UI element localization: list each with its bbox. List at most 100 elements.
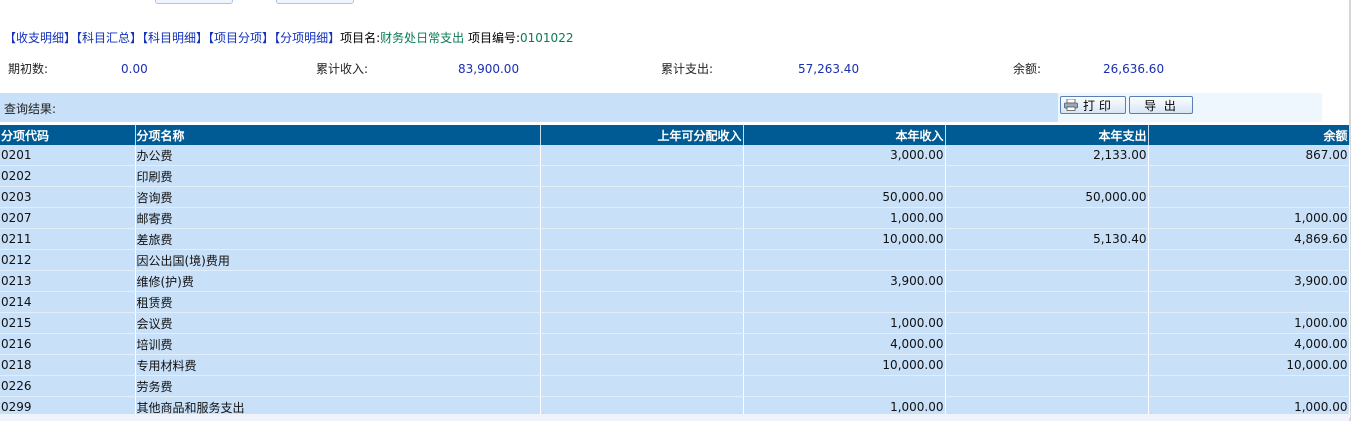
cell-name: 维修(护)费 xyxy=(135,270,541,292)
table-row[interactable]: 0213 维修(护)费 3,900.00 3,900.00 xyxy=(0,270,1350,292)
col-header-prev-income[interactable]: 上年可分配收入 xyxy=(540,125,744,145)
balance-label: 余额: xyxy=(1013,62,1042,76)
cell-income: 3,900.00 xyxy=(743,270,946,292)
cell-name: 租赁费 xyxy=(135,291,541,313)
cell-balance: 3,900.00 xyxy=(1148,270,1350,292)
cell-code: 0211 xyxy=(0,228,136,250)
link-income-expense-detail[interactable]: 【收支明细】 xyxy=(4,31,76,45)
table-footer-strip xyxy=(0,414,1349,421)
link-subject-detail[interactable]: 【科目明细】 xyxy=(142,31,208,45)
cell-name: 咨询费 xyxy=(135,186,541,208)
project-code-label: 项目编号: xyxy=(467,31,521,45)
print-button[interactable]: 打 印 xyxy=(1060,96,1126,114)
cell-code: 0212 xyxy=(0,249,136,271)
cell-prev-income xyxy=(540,228,744,250)
cell-income: 50,000.00 xyxy=(743,186,946,208)
balance-value: 26,636.60 xyxy=(1103,62,1165,76)
col-header-balance[interactable]: 余额 xyxy=(1148,125,1350,145)
cell-balance xyxy=(1148,165,1350,187)
item-table: 分项代码 分项名称 上年可分配收入 本年收入 本年支出 余额 0201 办公费 3,… xyxy=(0,125,1350,418)
table-row[interactable]: 0201 办公费 3,000.00 2,133.00 867.00 xyxy=(0,145,1350,166)
top-tab-2[interactable] xyxy=(276,0,354,4)
col-header-name[interactable]: 分项名称 xyxy=(135,125,541,145)
cell-balance xyxy=(1148,291,1350,313)
cell-prev-income xyxy=(540,186,744,208)
cell-name: 差旅费 xyxy=(135,228,541,250)
cell-code: 0218 xyxy=(0,354,136,376)
cell-name: 会议费 xyxy=(135,312,541,334)
summary-bar: 期初数: 0.00 累计收入: 83,900.00 累计支出: 57,263.4… xyxy=(0,61,1351,77)
top-tab-1[interactable] xyxy=(155,0,233,4)
table-row[interactable]: 0216 培训费 4,000.00 4,000.00 xyxy=(0,333,1350,355)
cell-prev-income xyxy=(540,270,744,292)
cell-expense xyxy=(945,249,1149,271)
cell-name: 专用材料费 xyxy=(135,354,541,376)
cell-balance xyxy=(1148,375,1350,397)
cell-income xyxy=(743,291,946,313)
cell-code: 0207 xyxy=(0,207,136,229)
top-tab-strip xyxy=(0,0,1351,4)
cell-name: 邮寄费 xyxy=(135,207,541,229)
opening-label: 期初数: xyxy=(8,62,49,76)
cell-expense xyxy=(945,375,1149,397)
printer-icon xyxy=(1064,99,1078,111)
cell-income: 3,000.00 xyxy=(743,145,946,166)
project-name: 财务处日常支出 xyxy=(380,31,465,45)
table-row[interactable]: 0214 租赁费 xyxy=(0,291,1350,313)
table-row[interactable]: 0218 专用材料费 10,000.00 10,000.00 xyxy=(0,354,1350,376)
cell-balance: 1,000.00 xyxy=(1148,312,1350,334)
cell-income xyxy=(743,375,946,397)
cell-code: 0213 xyxy=(0,270,136,292)
link-subject-summary[interactable]: 【科目汇总】 xyxy=(76,31,142,45)
project-name-label: 项目名: xyxy=(340,31,381,45)
cell-income: 1,000.00 xyxy=(743,207,946,229)
cell-prev-income xyxy=(540,333,744,355)
print-button-label: 打 印 xyxy=(1083,99,1111,113)
cell-income xyxy=(743,249,946,271)
cell-name: 因公出国(境)费用 xyxy=(135,249,541,271)
cell-expense xyxy=(945,312,1149,334)
cell-expense: 50,000.00 xyxy=(945,186,1149,208)
export-button-label: 导 出 xyxy=(1144,99,1178,113)
col-header-code[interactable]: 分项代码 xyxy=(0,125,136,145)
cell-name: 印刷费 xyxy=(135,165,541,187)
table-row[interactable]: 0212 因公出国(境)费用 xyxy=(0,249,1350,271)
cell-balance: 10,000.00 xyxy=(1148,354,1350,376)
cell-balance: 1,000.00 xyxy=(1148,207,1350,229)
table-row[interactable]: 0203 咨询费 50,000.00 50,000.00 xyxy=(0,186,1350,208)
cell-expense xyxy=(945,165,1149,187)
cell-prev-income xyxy=(540,291,744,313)
cell-code: 0203 xyxy=(0,186,136,208)
link-project-items[interactable]: 【项目分项】 xyxy=(208,31,274,45)
query-result-label: 查询结果: xyxy=(4,102,57,116)
cell-code: 0202 xyxy=(0,165,136,187)
cell-code: 0215 xyxy=(0,312,136,334)
table-row[interactable]: 0202 印刷费 xyxy=(0,165,1350,187)
expense-label: 累计支出: xyxy=(661,62,714,76)
cell-expense xyxy=(945,354,1149,376)
cell-expense: 5,130.40 xyxy=(945,228,1149,250)
income-label: 累计收入: xyxy=(316,62,369,76)
col-header-expense[interactable]: 本年支出 xyxy=(945,125,1149,145)
col-header-income[interactable]: 本年收入 xyxy=(743,125,946,145)
cell-name: 劳务费 xyxy=(135,375,541,397)
cell-balance xyxy=(1148,249,1350,271)
table-row[interactable]: 0207 邮寄费 1,000.00 1,000.00 xyxy=(0,207,1350,229)
cell-code: 0216 xyxy=(0,333,136,355)
cell-prev-income xyxy=(540,375,744,397)
export-button[interactable]: 导 出 xyxy=(1129,96,1193,114)
cell-expense xyxy=(945,207,1149,229)
cell-balance: 4,869.60 xyxy=(1148,228,1350,250)
cell-prev-income xyxy=(540,354,744,376)
table-row[interactable]: 0215 会议费 1,000.00 1,000.00 xyxy=(0,312,1350,334)
cell-balance: 4,000.00 xyxy=(1148,333,1350,355)
cell-income: 1,000.00 xyxy=(743,312,946,334)
cell-expense xyxy=(945,270,1149,292)
table-row[interactable]: 0226 劳务费 xyxy=(0,375,1350,397)
cell-balance: 867.00 xyxy=(1148,145,1350,166)
cell-expense xyxy=(945,291,1149,313)
income-value: 83,900.00 xyxy=(458,62,520,76)
cell-income: 4,000.00 xyxy=(743,333,946,355)
link-item-detail[interactable]: 【分项明细】 xyxy=(274,31,340,45)
table-row[interactable]: 0211 差旅费 10,000.00 5,130.40 4,869.60 xyxy=(0,228,1350,250)
